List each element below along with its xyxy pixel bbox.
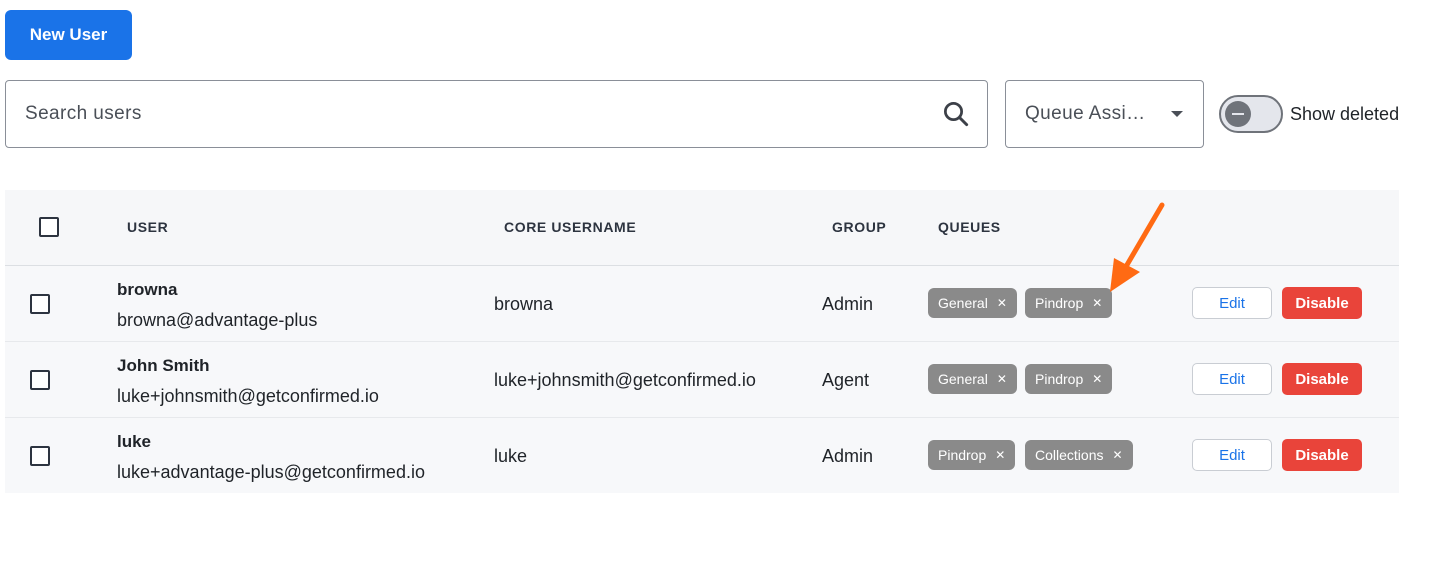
group: Agent	[822, 370, 870, 390]
close-icon[interactable]: ✕	[1112, 448, 1122, 462]
row-checkbox[interactable]	[30, 446, 50, 466]
header-group: GROUP	[832, 219, 887, 235]
select-all-checkbox[interactable]	[39, 217, 59, 237]
toggle-knob	[1225, 101, 1251, 127]
core-username: luke+johnsmith@getconfirmed.io	[494, 370, 756, 390]
close-icon[interactable]: ✕	[1092, 372, 1102, 386]
queue-chip: Pindrop ✕	[928, 440, 1016, 470]
table-header: USER CORE USERNAME GROUP QUEUES	[5, 190, 1399, 266]
queue-chip: General ✕	[928, 364, 1017, 394]
core-username: luke	[494, 446, 528, 466]
table-row: John Smith luke+johnsmith@getconfirmed.i…	[5, 342, 1399, 418]
search-box	[5, 80, 988, 148]
queue-chip-label: Pindrop	[1035, 295, 1084, 311]
user-name: luke	[117, 432, 152, 451]
disable-button[interactable]: Disable	[1282, 287, 1362, 319]
queue-select-label: Queue Assi…	[1025, 103, 1146, 124]
search-icon[interactable]	[941, 99, 971, 129]
close-icon[interactable]: ✕	[1092, 296, 1102, 310]
table-row: luke luke+advantage-plus@getconfirmed.io…	[5, 418, 1399, 493]
user-email: browna@advantage-plus	[117, 310, 318, 330]
show-deleted-toggle[interactable]	[1219, 95, 1283, 133]
disable-button[interactable]: Disable	[1282, 439, 1362, 471]
row-checkbox[interactable]	[30, 294, 50, 314]
close-icon[interactable]: ✕	[997, 296, 1007, 310]
close-icon[interactable]: ✕	[995, 448, 1005, 462]
core-username: browna	[494, 294, 554, 314]
queue-chip: Pindrop ✕	[1025, 364, 1113, 394]
row-checkbox[interactable]	[30, 370, 50, 390]
header-user: USER	[127, 219, 169, 235]
queue-assignment-select[interactable]: Queue Assi…	[1005, 80, 1204, 148]
new-user-button[interactable]: New User	[5, 10, 132, 60]
queue-chip-label: Collections	[1035, 447, 1104, 463]
edit-button[interactable]: Edit	[1192, 363, 1272, 395]
user-email: luke+johnsmith@getconfirmed.io	[117, 386, 379, 406]
table-row: browna browna@advantage-plus browna Admi…	[5, 266, 1399, 342]
show-deleted-label: Show deleted	[1290, 104, 1400, 124]
queue-chip: Collections ✕	[1025, 440, 1133, 470]
disable-button[interactable]: Disable	[1282, 363, 1362, 395]
close-icon[interactable]: ✕	[997, 372, 1007, 386]
search-input[interactable]	[6, 81, 941, 147]
minus-icon	[1232, 113, 1244, 115]
queue-chip: General ✕	[928, 288, 1017, 318]
queue-chip-label: General	[938, 371, 988, 387]
group: Admin	[822, 294, 874, 314]
edit-button[interactable]: Edit	[1192, 439, 1272, 471]
user-email: luke+advantage-plus@getconfirmed.io	[117, 462, 425, 482]
edit-button[interactable]: Edit	[1192, 287, 1272, 319]
queue-chip-label: Pindrop	[1035, 371, 1084, 387]
group: Admin	[822, 446, 874, 466]
queue-chip-label: Pindrop	[938, 447, 987, 463]
user-name: browna	[117, 280, 178, 299]
annotation-arrow-icon	[1110, 202, 1165, 292]
caret-down-icon	[1171, 111, 1183, 117]
users-table: USER CORE USERNAME GROUP QUEUES browna b…	[5, 190, 1399, 493]
queue-chip-label: General	[938, 295, 988, 311]
header-core-username: CORE USERNAME	[504, 219, 637, 235]
header-queues: QUEUES	[938, 219, 1001, 235]
user-name: John Smith	[117, 356, 210, 375]
